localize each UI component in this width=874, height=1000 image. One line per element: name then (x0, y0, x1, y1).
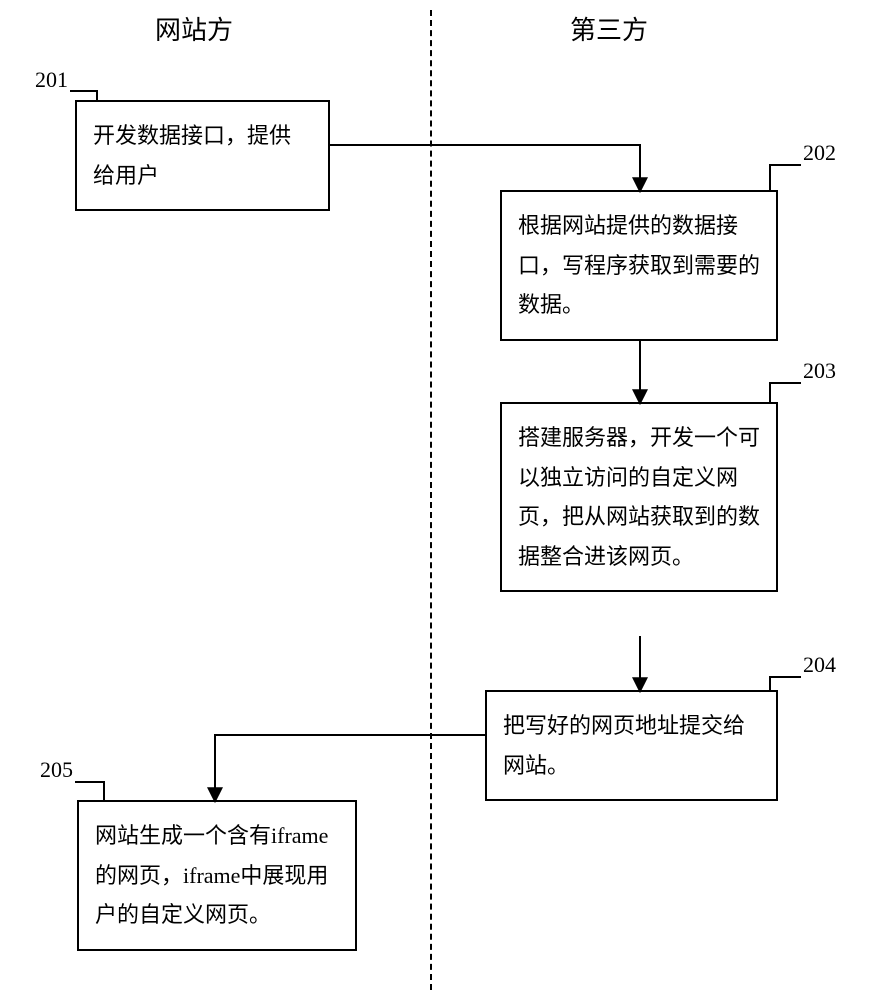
leader-line-205h (75, 781, 105, 783)
step-label-204: 204 (803, 652, 836, 678)
step-box-205: 网站生成一个含有iframe 的网页，iframe中展现用户的自定义网页。 (77, 800, 357, 951)
step-box-203: 搭建服务器，开发一个可以独立访问的自定义网页，把从网站获取到的数据整合进该网页。 (500, 402, 778, 592)
arrow-201-202 (330, 145, 640, 190)
step-box-202: 根据网站提供的数据接口，写程序获取到需要的数据。 (500, 190, 778, 341)
leader-line-202v (769, 164, 771, 192)
leader-line-204h (769, 676, 801, 678)
leader-line-205v (103, 781, 105, 801)
leader-line-203v (769, 382, 771, 404)
swimlane-header-right: 第三方 (570, 10, 648, 47)
step-label-201: 201 (35, 67, 68, 93)
leader-line-201h (70, 90, 98, 92)
swimlane-divider (430, 10, 432, 990)
leader-line-202h (769, 164, 801, 166)
leader-line-203h (769, 382, 801, 384)
step-label-205: 205 (40, 757, 73, 783)
step-box-204: 把写好的网页地址提交给网站。 (485, 690, 778, 801)
arrow-204-205 (215, 735, 485, 800)
step-label-203: 203 (803, 358, 836, 384)
step-label-202: 202 (803, 140, 836, 166)
step-box-201: 开发数据接口，提供给用户 (75, 100, 330, 211)
swimlane-header-left: 网站方 (155, 10, 233, 47)
